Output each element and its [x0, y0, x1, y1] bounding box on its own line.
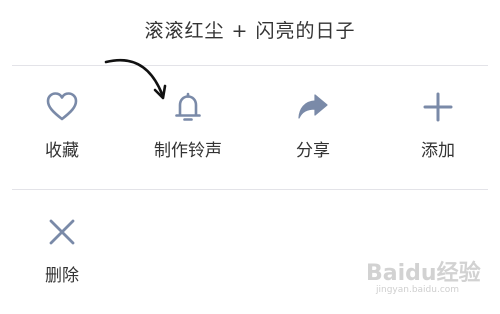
- close-icon: [49, 219, 75, 245]
- delete-button[interactable]: 删除: [2, 215, 122, 286]
- middle-divider: [12, 189, 488, 190]
- heart-icon: [46, 92, 78, 121]
- share-label: 分享: [296, 141, 330, 161]
- watermark-brand: Baidu经验: [366, 261, 481, 286]
- song-title: 滚滚红尘 + 闪亮的日子: [144, 20, 356, 42]
- plus-icon: [423, 92, 453, 122]
- delete-label: 删除: [45, 266, 79, 286]
- share-icon: [298, 94, 328, 119]
- make-ringtone-label: 制作铃声: [154, 141, 222, 161]
- watermark-url: jingyan.baidu.com: [376, 285, 460, 295]
- add-label: 添加: [421, 141, 455, 161]
- favorite-label: 收藏: [45, 141, 79, 161]
- make-ringtone-button[interactable]: 制作铃声: [128, 90, 248, 161]
- share-button[interactable]: 分享: [253, 90, 373, 161]
- add-button[interactable]: 添加: [378, 90, 498, 161]
- favorite-button[interactable]: 收藏: [2, 90, 122, 161]
- top-divider: [12, 65, 488, 66]
- bell-icon: [175, 92, 201, 121]
- baidu-jingyan-watermark: Baidu经验 jingyan.baidu.com: [366, 255, 486, 301]
